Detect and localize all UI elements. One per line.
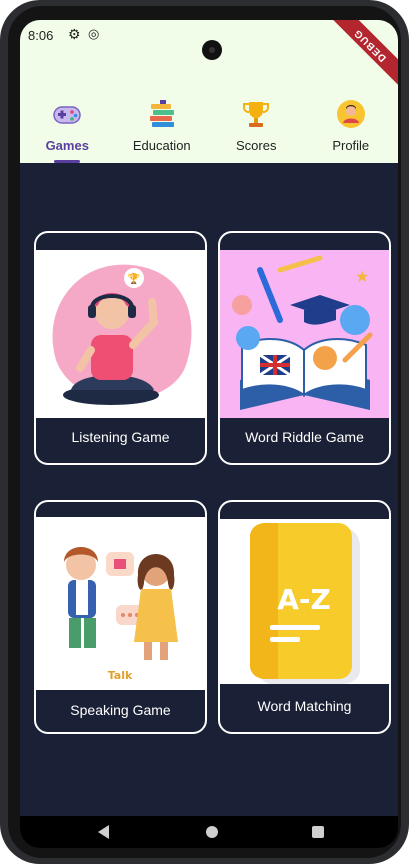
- sync-icon: ◎: [88, 26, 100, 41]
- top-navigation: Games Education Scores Profile: [20, 98, 398, 163]
- tab-games[interactable]: Games: [20, 98, 115, 163]
- tab-scores[interactable]: Scores: [209, 98, 304, 163]
- word-riddle-illustration: ★: [220, 250, 389, 418]
- back-icon[interactable]: [98, 825, 109, 839]
- status-time: 8:06: [28, 28, 54, 43]
- game-card-title: Speaking Game: [70, 702, 171, 718]
- tab-games-label: Games: [45, 138, 89, 153]
- game-card-title: Word Riddle Game: [245, 429, 364, 445]
- tab-profile[interactable]: Profile: [304, 98, 399, 163]
- app-screen: 8:06 ⚙ ◎ DEBUG Games Education Scores Pr…: [20, 20, 398, 848]
- svg-text:★: ★: [355, 267, 369, 286]
- game-card-title: Word Matching: [257, 698, 352, 714]
- books-icon: [149, 100, 174, 127]
- speaking-illustration: Talk: [36, 517, 205, 690]
- a-z-text: A-Z: [277, 583, 331, 616]
- device-bezel: 8:06 ⚙ ◎ DEBUG Games Education Scores Pr…: [8, 6, 401, 858]
- listening-illustration: 🏆: [36, 250, 205, 418]
- front-camera: [202, 40, 222, 60]
- home-icon[interactable]: [206, 826, 218, 838]
- game-card-listening[interactable]: 🏆 Listening Game: [34, 231, 207, 465]
- talk-caption: Talk: [108, 669, 133, 682]
- settings-icon: ⚙: [68, 26, 81, 42]
- gamepad-icon: [53, 106, 81, 124]
- recents-icon[interactable]: [312, 826, 324, 838]
- tab-profile-label: Profile: [332, 138, 370, 153]
- game-card-title: Listening Game: [71, 429, 170, 445]
- system-navigation-bar: [20, 816, 398, 848]
- svg-text:🏆: 🏆: [128, 272, 141, 285]
- tab-scores-label: Scores: [236, 138, 277, 153]
- game-card-word-riddle[interactable]: ★ Word Riddle Game: [218, 231, 391, 465]
- app-header: 8:06 ⚙ ◎ DEBUG Games Education Scores Pr…: [20, 20, 398, 163]
- profile-icon: [336, 100, 365, 128]
- game-card-speaking[interactable]: Talk Speaking Game: [34, 500, 207, 734]
- active-tab-indicator: [54, 160, 81, 163]
- device-frame: 8:06 ⚙ ◎ DEBUG Games Education Scores Pr…: [0, 0, 409, 864]
- tab-education-label: Education: [132, 138, 191, 153]
- tab-education[interactable]: Education: [115, 98, 210, 163]
- a-z-book-illustration: A-Z: [220, 519, 389, 684]
- game-card-word-matching[interactable]: A-Z Word Matching: [218, 500, 391, 734]
- trophy-icon: [243, 102, 270, 127]
